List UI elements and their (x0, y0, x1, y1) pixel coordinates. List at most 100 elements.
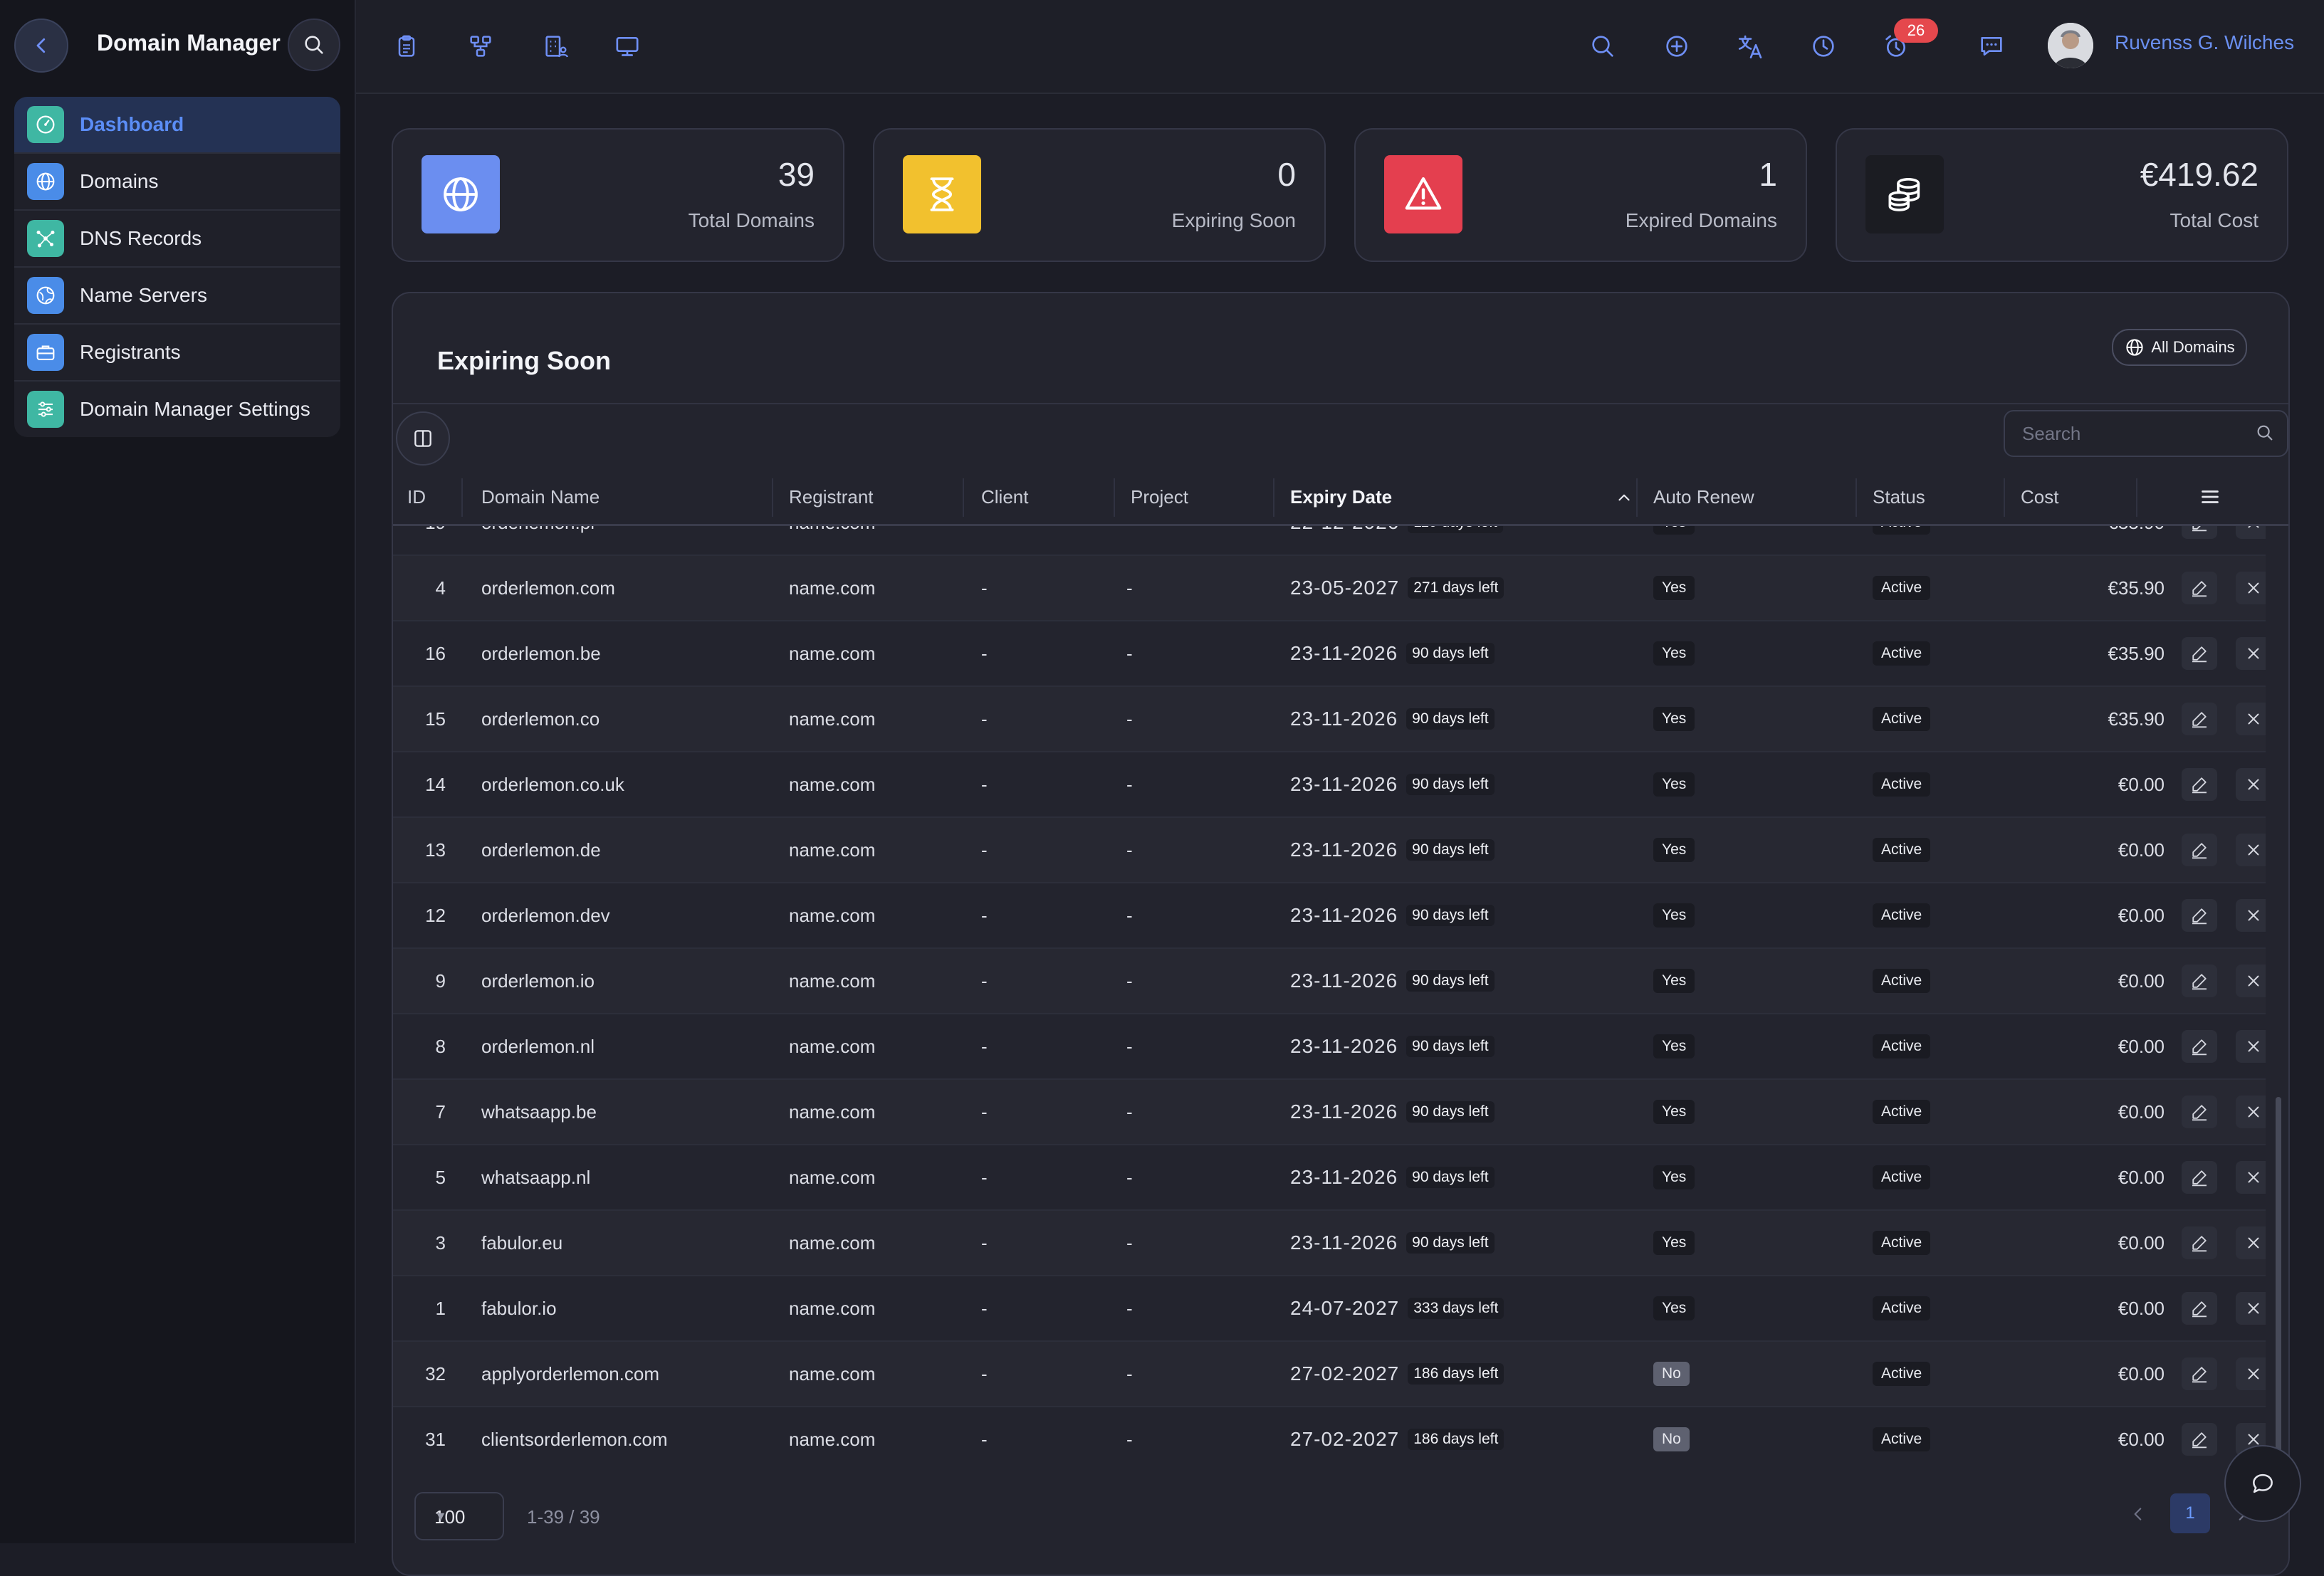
edit-button[interactable] (2182, 1292, 2217, 1325)
delete-button[interactable] (2236, 834, 2266, 866)
translate-button[interactable] (1733, 28, 1769, 64)
edit-button[interactable] (2182, 1423, 2217, 1456)
table-row[interactable]: 4 orderlemon.com name.com - - 23-05-2027 271 d… (393, 556, 2266, 621)
cell-domain-name[interactable]: fabulor.io (481, 1276, 557, 1340)
cell-domain-name[interactable]: orderlemon.be (481, 621, 601, 685)
edit-button[interactable] (2182, 1226, 2217, 1259)
table-row[interactable]: 15 orderlemon.co name.com - - 23-11-2026 90 da… (393, 687, 2266, 752)
table-row[interactable]: 1 fabulor.io name.com - - 24-07-2027 333 days … (393, 1276, 2266, 1342)
sort-ascending-icon[interactable] (1615, 488, 1633, 507)
table-row[interactable]: 9 orderlemon.io name.com - - 23-11-2026 90 day… (393, 949, 2266, 1014)
edit-button[interactable] (2182, 899, 2217, 932)
column-header-expiry-date[interactable]: Expiry Date (1290, 470, 1392, 524)
page-size-select[interactable]: 100 ▼ (414, 1492, 504, 1540)
edit-button[interactable] (2182, 1357, 2217, 1390)
delete-button[interactable] (2236, 1357, 2266, 1390)
sidebar-search-button[interactable] (288, 19, 340, 71)
delete-button[interactable] (2236, 1030, 2266, 1063)
table-row[interactable]: 31 clientsorderlemon.com name.com - - 27-02-2… (393, 1407, 2266, 1460)
delete-button[interactable] (2236, 1096, 2266, 1128)
edit-button[interactable] (2182, 768, 2217, 801)
table-row[interactable]: 8 orderlemon.nl name.com - - 23-11-2026 90 day… (393, 1014, 2266, 1080)
column-header-domain-name[interactable]: Domain Name (481, 470, 600, 524)
column-toggle-button[interactable] (396, 411, 450, 466)
delete-button[interactable] (2236, 572, 2266, 604)
sidebar-item-dashboard[interactable]: Dashboard (14, 97, 340, 154)
column-header-cost[interactable]: Cost (2021, 470, 2058, 524)
cell-domain-name[interactable]: clientsorderlemon.com (481, 1407, 668, 1460)
chat-button[interactable] (2224, 1445, 2301, 1522)
edit-button[interactable] (2182, 1161, 2217, 1194)
delete-button[interactable] (2236, 965, 2266, 997)
table-row[interactable]: 19 orderlemon.pl name.com - - 22-12-2026 119 d… (393, 526, 2266, 556)
table-row[interactable]: 12 orderlemon.dev name.com - - 23-11-2026 90 d… (393, 883, 2266, 949)
column-header-registrant[interactable]: Registrant (789, 470, 874, 524)
cell-domain-name[interactable]: orderlemon.pl (481, 526, 595, 555)
scrollbar-thumb[interactable] (2276, 1097, 2281, 1481)
cell-domain-name[interactable]: orderlemon.nl (481, 1014, 595, 1078)
edit-button[interactable] (2182, 526, 2217, 539)
sidebar-item-dns-records[interactable]: DNS Records (14, 211, 340, 268)
clipboard-button[interactable] (389, 28, 424, 64)
edit-button[interactable] (2182, 965, 2217, 997)
sidebar-item-name-servers[interactable]: Name Servers (14, 268, 340, 325)
edit-button[interactable] (2182, 572, 2217, 604)
cell-domain-name[interactable]: orderlemon.co (481, 687, 600, 751)
edit-button[interactable] (2182, 637, 2217, 670)
delete-button[interactable] (2236, 768, 2266, 801)
cell-domain-name[interactable]: fabulor.eu (481, 1211, 562, 1275)
delete-button[interactable] (2236, 899, 2266, 932)
delete-button[interactable] (2236, 1292, 2266, 1325)
cell-domain-name[interactable]: orderlemon.dev (481, 883, 610, 947)
cell-domain-name[interactable]: orderlemon.com (481, 556, 615, 620)
menu-icon[interactable] (2197, 484, 2223, 510)
page-button-1[interactable]: 1 (2170, 1493, 2210, 1533)
sidebar-item-settings[interactable]: Domain Manager Settings (14, 382, 340, 437)
cell-domain-name[interactable]: orderlemon.de (481, 818, 601, 882)
add-button[interactable] (1659, 28, 1695, 64)
column-header-client[interactable]: Client (981, 470, 1028, 524)
building-button[interactable] (538, 28, 574, 64)
table-search[interactable] (2004, 410, 2288, 457)
table-row[interactable]: 5 whatsaapp.nl name.com - - 23-11-2026 90 days… (393, 1145, 2266, 1211)
table-row[interactable]: 14 orderlemon.co.uk name.com - - 23-11-2026 90… (393, 752, 2266, 818)
table-row[interactable]: 7 whatsaapp.be name.com - - 23-11-2026 90 days… (393, 1080, 2266, 1145)
edit-button[interactable] (2182, 703, 2217, 735)
cell-domain-name[interactable]: whatsaapp.nl (481, 1145, 590, 1209)
search-input[interactable] (2021, 420, 2237, 447)
cell-domain-name[interactable]: whatsaapp.be (481, 1080, 597, 1144)
edit-button[interactable] (2182, 1096, 2217, 1128)
column-header-status[interactable]: Status (1873, 470, 1925, 524)
delete-button[interactable] (2236, 637, 2266, 670)
search-icon[interactable] (2254, 422, 2276, 443)
column-header-id[interactable]: ID (407, 470, 426, 524)
delete-button[interactable] (2236, 1226, 2266, 1259)
sidebar-item-registrants[interactable]: Registrants (14, 325, 340, 382)
all-domains-button[interactable]: All Domains (2112, 329, 2247, 366)
table-row[interactable]: 32 applyorderlemon.com name.com - - 27-02-202… (393, 1342, 2266, 1407)
edit-button[interactable] (2182, 1030, 2217, 1063)
delete-button[interactable] (2236, 526, 2266, 539)
global-search-button[interactable] (1585, 28, 1621, 64)
edit-button[interactable] (2182, 834, 2217, 866)
scrollbar[interactable] (2276, 526, 2283, 1481)
messages-button[interactable] (1974, 28, 2009, 64)
monitor-button[interactable] (609, 28, 645, 64)
delete-button[interactable] (2236, 703, 2266, 735)
table-row[interactable]: 13 orderlemon.de name.com - - 23-11-2026 90 da… (393, 818, 2266, 883)
history-button[interactable] (1806, 28, 1841, 64)
chevron-left-icon[interactable] (2129, 1505, 2147, 1523)
delete-button[interactable] (2236, 1161, 2266, 1194)
user-name[interactable]: Ruvenss G. Wilches (2115, 31, 2294, 54)
table-row[interactable]: 3 fabulor.eu name.com - - 23-11-2026 90 days l… (393, 1211, 2266, 1276)
back-button[interactable] (14, 19, 68, 73)
sitemap-button[interactable] (463, 28, 498, 64)
column-header-auto-renew[interactable]: Auto Renew (1653, 470, 1754, 524)
sidebar-item-domains[interactable]: Domains (14, 154, 340, 211)
cell-domain-name[interactable]: orderlemon.co.uk (481, 752, 624, 816)
table-row[interactable]: 16 orderlemon.be name.com - - 23-11-2026 90 da… (393, 621, 2266, 687)
column-header-project[interactable]: Project (1131, 470, 1188, 524)
cell-domain-name[interactable]: orderlemon.io (481, 949, 595, 1013)
avatar[interactable] (2048, 23, 2093, 68)
cell-domain-name[interactable]: applyorderlemon.com (481, 1342, 659, 1406)
